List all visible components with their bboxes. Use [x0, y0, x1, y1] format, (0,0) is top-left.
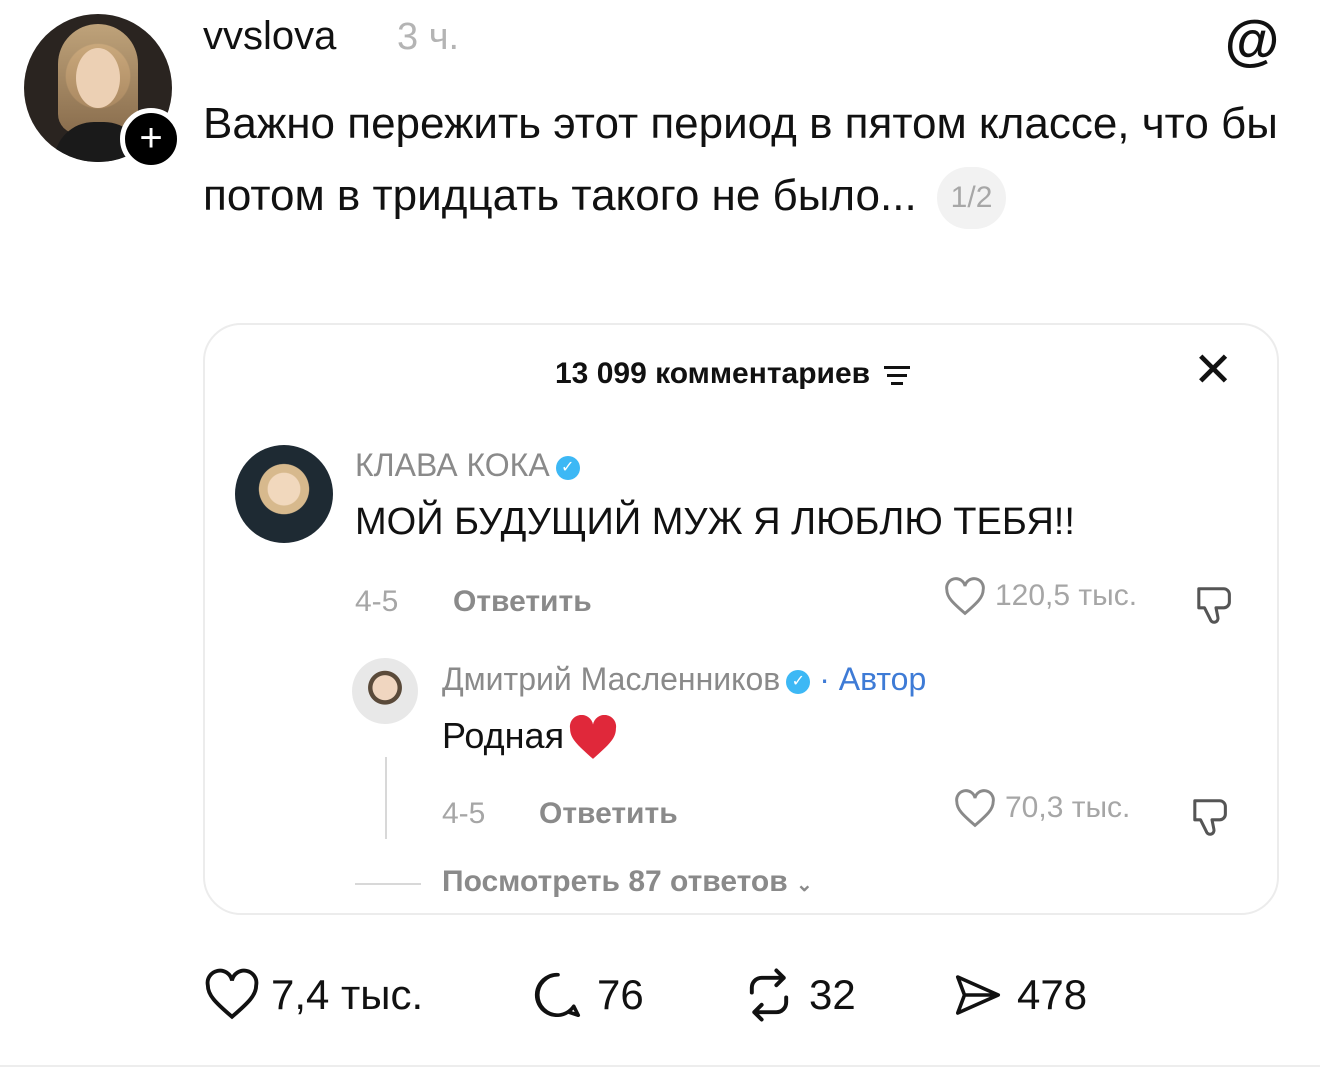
view-replies-link: Посмотреть 87 ответов ⌄ [442, 865, 813, 899]
comment-count: 76 [597, 971, 644, 1018]
post-username[interactable]: vvslova [203, 14, 336, 59]
heart-icon [955, 789, 995, 828]
reply-avatar [352, 658, 418, 724]
comment-icon [534, 972, 581, 1018]
thumbs-down-icon [1197, 587, 1231, 624]
send-icon [955, 975, 1001, 1015]
thumbs-down-icon [1193, 799, 1227, 836]
chevron-down-icon: ⌄ [796, 874, 813, 896]
comments-header: 13 099 комментариев [555, 357, 911, 391]
page-indicator: 1/2 [936, 167, 1007, 230]
comment-like: 120,5 тыс. [943, 577, 1137, 617]
share-count: 478 [1017, 971, 1088, 1018]
divider [0, 1065, 1320, 1067]
reply-like: 70,3 тыс. [953, 789, 1130, 829]
comments-count: 13 099 комментариев [555, 357, 871, 390]
repost-count: 32 [809, 971, 856, 1018]
reply-reply-button: Ответить [539, 797, 678, 830]
reply-text: Родная [442, 715, 618, 761]
close-icon: ✕ [1193, 344, 1234, 397]
red-heart-emoji-icon [569, 715, 617, 760]
comment-author: КЛАВА КОКА ✓ [355, 447, 580, 484]
verified-icon: ✓ [786, 669, 811, 694]
filter-icon [884, 361, 911, 390]
heart-icon [205, 968, 259, 1020]
repost-icon [749, 968, 789, 1022]
verified-icon: ✓ [555, 455, 580, 480]
reply-date: 4-5 [442, 797, 486, 830]
comment-avatar [235, 445, 333, 543]
view-replies-line [355, 883, 421, 885]
comment-author-name: КЛАВА КОКА [355, 447, 550, 483]
comment-button[interactable]: 76 [529, 968, 644, 1022]
like-count: 7,4 тыс. [271, 971, 424, 1018]
comment-reply-button: Ответить [453, 585, 592, 618]
author-tag: · Автор [819, 661, 927, 697]
comment-date: 4-5 [355, 585, 399, 618]
heart-icon [945, 577, 985, 616]
share-button[interactable]: 478 [949, 968, 1087, 1022]
like-button[interactable]: 7,4 тыс. [203, 968, 423, 1022]
post-text: Важно пережить этот период в пятом класс… [203, 88, 1283, 232]
view-replies-label: Посмотреть 87 ответов [442, 865, 788, 898]
avatar-face [76, 48, 120, 108]
thread-connector-line [385, 757, 387, 839]
threads-logo-icon[interactable]: @ [1220, 8, 1284, 72]
follow-plus-icon[interactable]: + [120, 108, 182, 170]
reply-author-name: Дмитрий Масленников [442, 661, 781, 697]
comment-like-count: 120,5 тыс. [995, 578, 1138, 612]
post-time: 3 ч. [397, 16, 460, 58]
reply-like-count: 70,3 тыс. [1005, 790, 1131, 824]
comment-text: МОЙ БУДУЩИЙ МУЖ Я ЛЮБЛЮ ТЕБЯ!! [355, 501, 1075, 543]
reply-body: Родная [442, 715, 565, 756]
post-body: Важно пережить этот период в пятом класс… [203, 99, 1278, 220]
reply-author: Дмитрий Масленников ✓ · Автор [442, 661, 926, 698]
quoted-comments-card[interactable]: 13 099 комментариев ✕ КЛАВА КОКА ✓ МОЙ БУ… [203, 323, 1279, 915]
repost-button[interactable]: 32 [739, 968, 856, 1022]
